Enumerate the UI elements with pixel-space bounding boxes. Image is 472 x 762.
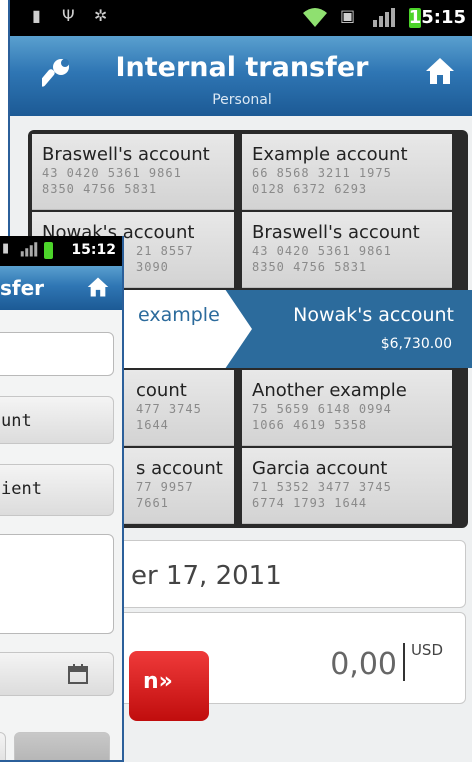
- data-icon: ▣: [340, 6, 356, 25]
- account-number: 71 5352 3477 3745: [252, 480, 392, 494]
- status-time: 15:15: [408, 7, 466, 28]
- account-cell[interactable]: Braswell's account 43 0420 5361 9861 835…: [32, 134, 234, 210]
- signal-icon: [20, 240, 38, 262]
- overlay-input-field[interactable]: [0, 332, 114, 376]
- overlay-status-time: 15:12: [71, 242, 116, 258]
- text-cursor: [403, 643, 405, 681]
- account-number: 0128 6372 6293: [252, 182, 368, 196]
- account-number: 1066 4619 5358: [252, 418, 368, 432]
- overlay-date-button[interactable]: [0, 652, 114, 696]
- selected-from-account[interactable]: example: [120, 290, 252, 368]
- account-name: Another example: [252, 380, 407, 401]
- battery-icon: [44, 242, 53, 259]
- overlay-account-button-label: unt: [1, 411, 32, 431]
- home-icon[interactable]: [86, 276, 110, 302]
- status-bar: ▮ Ψ ✲ ▣ 15:15: [10, 0, 472, 36]
- page-subtitle: Personal: [212, 92, 272, 108]
- wifi-icon: [302, 6, 328, 32]
- account-number: 8350 4756 5831: [42, 182, 158, 196]
- overlay-status-bar: ▮ 15:12: [0, 236, 122, 266]
- overlay-title-bar: sfer: [0, 266, 122, 310]
- amount-input[interactable]: 0,00: [330, 647, 397, 682]
- overlay-recipient-button-label: ient: [1, 479, 42, 499]
- account-name: Example account: [252, 144, 408, 165]
- account-name: Braswell's account: [42, 144, 210, 165]
- title-bar: Internal transfer Personal: [10, 36, 472, 116]
- account-number: 43 0420 5361 9861: [252, 244, 392, 258]
- account-number: 66 8568 3211 1975: [252, 166, 392, 180]
- account-number: 43 0420 5361 9861: [42, 166, 182, 180]
- page-title: Internal transfer: [115, 52, 369, 83]
- account-number: 6774 1793 1644: [252, 496, 368, 510]
- account-name: Braswell's account: [252, 222, 420, 243]
- calendar-icon: [67, 663, 89, 690]
- overlay-right-button[interactable]: [14, 732, 110, 760]
- account-cell[interactable]: Example account 66 8568 3211 1975 0128 6…: [242, 134, 452, 210]
- overlay-account-button[interactable]: unt: [0, 396, 114, 444]
- selected-from-name: example: [138, 304, 220, 326]
- account-number: 75 5659 6148 0994: [252, 402, 392, 416]
- overlay-left-button[interactable]: [0, 732, 6, 760]
- account-name: Garcia account: [252, 458, 388, 479]
- overlay-description-field[interactable]: [0, 534, 114, 634]
- account-number: 8350 4756 5831: [252, 260, 368, 274]
- account-cell[interactable]: Braswell's account 43 0420 5361 9861 835…: [242, 212, 452, 288]
- account-cell[interactable]: Garcia account 71 5352 3477 3745 6774 17…: [242, 448, 452, 524]
- sd-card-icon: ▮: [32, 6, 41, 25]
- overlay-recipient-button[interactable]: ient: [0, 464, 114, 516]
- selected-to-balance: $6,730.00: [380, 336, 452, 352]
- selected-to-name: Nowak's account: [293, 304, 454, 326]
- date-value: er 17, 2011: [131, 561, 282, 591]
- usb-icon: Ψ: [62, 6, 75, 25]
- overlay-phone-screen: ▮ 15:12 sfer unt ient: [0, 236, 124, 762]
- android-debug-icon: ✲: [94, 6, 108, 25]
- account-cell[interactable]: Another example 75 5659 6148 0994 1066 4…: [242, 370, 452, 446]
- transfer-button-label: n»: [143, 669, 173, 694]
- currency-label: USD: [410, 641, 443, 659]
- transfer-button[interactable]: n»: [129, 651, 209, 721]
- home-icon[interactable]: [424, 56, 456, 90]
- data-icon: ▮: [2, 241, 10, 256]
- signal-icon: [372, 6, 396, 32]
